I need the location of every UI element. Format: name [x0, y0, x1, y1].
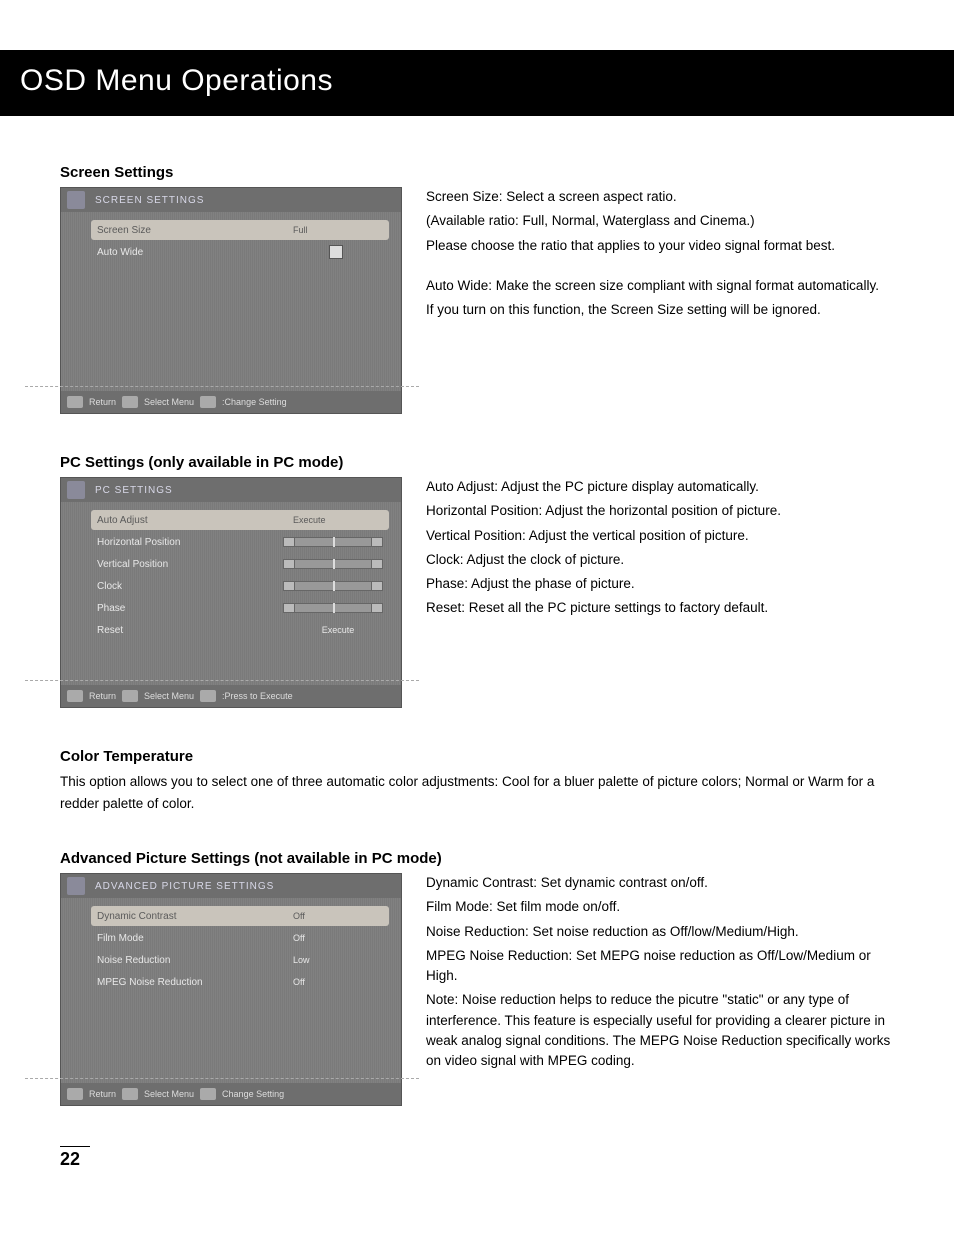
advanced-heading: Advanced Picture Settings (not available…	[60, 850, 894, 867]
desc-line: If you turn on this function, the Screen…	[426, 300, 894, 320]
desc-line: Noise Reduction: Set noise reduction as …	[426, 922, 894, 942]
osd-item-label: Film Mode	[97, 933, 293, 944]
osd-item-label: Horizontal Position	[97, 537, 283, 548]
footer-change: :Press to Execute	[222, 691, 293, 701]
osd-item-mpeg-noise[interactable]: MPEG Noise Reduction Off	[97, 972, 383, 992]
select-icon	[122, 396, 138, 408]
osd-item-auto-adjust[interactable]: Auto Adjust Execute	[91, 510, 389, 530]
desc-line: Screen Size: Select a screen aspect rati…	[426, 187, 894, 207]
change-icon	[200, 690, 216, 702]
osd-item-value: Off	[293, 933, 383, 943]
page-title: OSD Menu Operations	[20, 64, 333, 97]
footer-return: Return	[89, 397, 116, 407]
screen-settings-heading: Screen Settings	[60, 164, 894, 181]
desc-line: Clock: Adjust the clock of picture.	[426, 550, 894, 570]
osd-item-label: Auto Wide	[97, 247, 329, 258]
osd-logo-icon	[67, 191, 85, 209]
osd-header: SCREEN SETTINGS	[61, 188, 401, 212]
footer-change: Change Setting	[222, 1089, 284, 1099]
desc-line: Note: Noise reduction helps to reduce th…	[426, 990, 894, 1071]
osd-item-reset[interactable]: Reset Execute	[97, 620, 383, 640]
page-number: 22	[60, 1146, 90, 1170]
osd-item-noise-reduction[interactable]: Noise Reduction Low	[97, 950, 383, 970]
osd-item-value: Full	[293, 225, 383, 235]
page-title-bar: OSD Menu Operations	[0, 50, 954, 116]
osd-item-auto-wide[interactable]: Auto Wide	[97, 242, 383, 262]
osd-item-label: Auto Adjust	[97, 515, 293, 526]
osd-item-value: Low	[293, 955, 383, 965]
change-icon	[200, 396, 216, 408]
osd-logo-icon	[67, 481, 85, 499]
desc-line: Film Mode: Set film mode on/off.	[426, 897, 894, 917]
screen-settings-description: Screen Size: Select a screen aspect rati…	[426, 187, 894, 414]
slider-icon[interactable]	[283, 603, 383, 613]
osd-item-label: MPEG Noise Reduction	[97, 977, 293, 988]
desc-line: Dynamic Contrast: Set dynamic contrast o…	[426, 873, 894, 893]
osd-item-label: Noise Reduction	[97, 955, 293, 966]
desc-line: Please choose the ratio that applies to …	[426, 236, 894, 256]
osd-item-dynamic-contrast[interactable]: Dynamic Contrast Off	[91, 906, 389, 926]
slider-icon[interactable]	[283, 559, 383, 569]
footer-select: Select Menu	[144, 1089, 194, 1099]
return-icon	[67, 1088, 83, 1100]
osd-item-vpos[interactable]: Vertical Position	[97, 554, 383, 574]
desc-line: Phase: Adjust the phase of picture.	[426, 574, 894, 594]
osd-item-label: Vertical Position	[97, 559, 283, 570]
osd-footer: Return Select Menu :Change Setting	[61, 391, 401, 413]
select-icon	[122, 690, 138, 702]
footer-select: Select Menu	[144, 397, 194, 407]
osd-item-film-mode[interactable]: Film Mode Off	[97, 928, 383, 948]
footer-select: Select Menu	[144, 691, 194, 701]
pc-settings-heading: PC Settings (only available in PC mode)	[60, 454, 894, 471]
footer-return: Return	[89, 691, 116, 701]
return-icon	[67, 690, 83, 702]
osd-header-text: PC SETTINGS	[95, 485, 173, 496]
osd-item-value: Execute	[293, 625, 383, 635]
osd-item-phase[interactable]: Phase	[97, 598, 383, 618]
desc-line: Auto Adjust: Adjust the PC picture displ…	[426, 477, 894, 497]
desc-line: Horizontal Position: Adjust the horizont…	[426, 501, 894, 521]
osd-header: PC SETTINGS	[61, 478, 401, 502]
osd-item-label: Clock	[97, 581, 283, 592]
footer-change: :Change Setting	[222, 397, 287, 407]
osd-item-label: Reset	[97, 625, 293, 636]
osd-item-screen-size[interactable]: Screen Size Full	[91, 220, 389, 240]
advanced-osd: ADVANCED PICTURE SETTINGS Dynamic Contra…	[60, 873, 402, 1106]
osd-logo-icon	[67, 877, 85, 895]
slider-icon[interactable]	[283, 581, 383, 591]
desc-line: Vertical Position: Adjust the vertical p…	[426, 526, 894, 546]
osd-item-value: Execute	[293, 515, 383, 525]
desc-line: Reset: Reset all the PC picture settings…	[426, 598, 894, 618]
return-icon	[67, 396, 83, 408]
osd-item-hpos[interactable]: Horizontal Position	[97, 532, 383, 552]
osd-item-label: Screen Size	[97, 225, 293, 236]
osd-item-label: Phase	[97, 603, 283, 614]
osd-footer: Return Select Menu Change Setting	[61, 1083, 401, 1105]
osd-footer: Return Select Menu :Press to Execute	[61, 685, 401, 707]
pc-settings-osd: PC SETTINGS Auto Adjust Execute Horizont…	[60, 477, 402, 708]
osd-item-label: Dynamic Contrast	[97, 911, 293, 922]
footer-return: Return	[89, 1089, 116, 1099]
select-icon	[122, 1088, 138, 1100]
color-temp-heading: Color Temperature	[60, 748, 894, 765]
screen-settings-osd: SCREEN SETTINGS Screen Size Full Auto Wi…	[60, 187, 402, 414]
desc-line: Auto Wide: Make the screen size complian…	[426, 276, 894, 296]
osd-header: ADVANCED PICTURE SETTINGS	[61, 874, 401, 898]
slider-icon[interactable]	[283, 537, 383, 547]
pc-settings-description: Auto Adjust: Adjust the PC picture displ…	[426, 477, 894, 708]
color-temp-body: This option allows you to select one of …	[60, 771, 894, 814]
desc-line: (Available ratio: Full, Normal, Watergla…	[426, 211, 894, 231]
osd-item-value: Off	[293, 977, 383, 987]
desc-line: MPEG Noise Reduction: Set MEPG noise red…	[426, 946, 894, 987]
osd-header-text: SCREEN SETTINGS	[95, 195, 204, 206]
osd-item-value: Off	[293, 911, 383, 921]
osd-header-text: ADVANCED PICTURE SETTINGS	[95, 881, 274, 892]
osd-item-clock[interactable]: Clock	[97, 576, 383, 596]
checkbox-icon[interactable]	[329, 245, 343, 259]
advanced-description: Dynamic Contrast: Set dynamic contrast o…	[426, 873, 894, 1106]
change-icon	[200, 1088, 216, 1100]
